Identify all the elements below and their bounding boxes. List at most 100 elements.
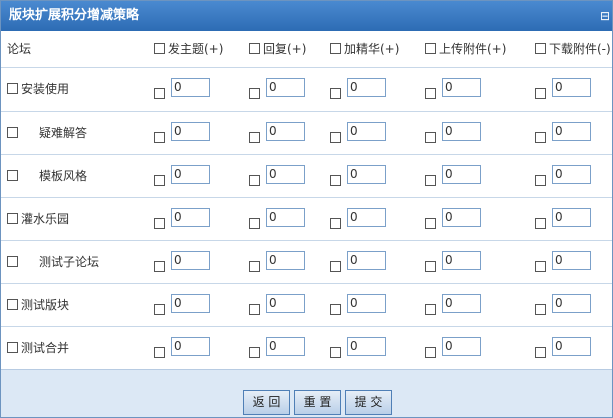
panel-title-bar: 版块扩展积分增减策略 ⊟	[1, 1, 612, 31]
new-topic-credit-input[interactable]: 0	[171, 122, 210, 141]
new-topic-checkbox[interactable]	[154, 261, 165, 272]
digest-checkbox[interactable]	[330, 88, 341, 99]
select-all-digest-checkbox[interactable]	[330, 43, 341, 54]
upload-checkbox[interactable]	[425, 132, 436, 143]
reply-checkbox[interactable]	[249, 132, 260, 143]
row-select-checkbox[interactable]	[7, 299, 18, 310]
new-topic-credit-input[interactable]: 0	[171, 294, 210, 313]
row-label: 安装使用	[7, 68, 69, 111]
new-topic-checkbox[interactable]	[154, 304, 165, 315]
reply-checkbox[interactable]	[249, 175, 260, 186]
digest-credit-input[interactable]: 0	[347, 208, 386, 227]
new-topic-credit-input[interactable]: 0	[171, 337, 210, 356]
download-credit-input[interactable]: 0	[552, 294, 591, 313]
row-select-checkbox[interactable]	[7, 213, 18, 224]
download-credit-input[interactable]: 0	[552, 122, 591, 141]
reply-credit-input[interactable]: 0	[266, 294, 305, 313]
download-checkbox[interactable]	[535, 175, 546, 186]
submit-button[interactable]: 提 交	[345, 390, 392, 415]
upload-credit-input[interactable]: 0	[442, 122, 481, 141]
header-new-topic-label: 发主题(+)	[168, 42, 224, 56]
row-divider	[1, 326, 612, 327]
new-topic-credit-input[interactable]: 0	[171, 208, 210, 227]
new-topic-checkbox[interactable]	[154, 88, 165, 99]
download-credit-input[interactable]: 0	[552, 337, 591, 356]
header-divider	[1, 67, 612, 68]
row-select-checkbox[interactable]	[7, 342, 18, 353]
row-select-checkbox[interactable]	[7, 170, 18, 181]
upload-checkbox[interactable]	[425, 88, 436, 99]
new-topic-credit-input[interactable]: 0	[171, 165, 210, 184]
digest-checkbox[interactable]	[330, 304, 341, 315]
upload-credit-input[interactable]: 0	[442, 251, 481, 270]
digest-credit-input[interactable]: 0	[347, 122, 386, 141]
upload-checkbox[interactable]	[425, 218, 436, 229]
digest-credit-input[interactable]: 0	[347, 165, 386, 184]
download-credit-input[interactable]: 0	[552, 251, 591, 270]
new-topic-checkbox[interactable]	[154, 218, 165, 229]
download-checkbox[interactable]	[535, 347, 546, 358]
back-button[interactable]: 返 回	[243, 390, 290, 415]
download-checkbox[interactable]	[535, 218, 546, 229]
digest-credit-input[interactable]: 0	[347, 251, 386, 270]
new-topic-checkbox[interactable]	[154, 347, 165, 358]
digest-checkbox[interactable]	[330, 261, 341, 272]
download-credit-input[interactable]: 0	[552, 78, 591, 97]
row-label: 测试子论坛	[7, 241, 99, 284]
forum-name: 测试版块	[21, 298, 70, 312]
download-checkbox[interactable]	[535, 132, 546, 143]
reply-checkbox[interactable]	[249, 88, 260, 99]
forum-name: 灌水乐园	[21, 212, 70, 226]
download-credit-input[interactable]: 0	[552, 165, 591, 184]
upload-credit-input[interactable]: 0	[442, 337, 481, 356]
digest-checkbox[interactable]	[330, 347, 341, 358]
row-select-checkbox[interactable]	[7, 256, 18, 267]
row-select-checkbox[interactable]	[7, 83, 18, 94]
reply-credit-input[interactable]: 0	[266, 337, 305, 356]
new-topic-checkbox[interactable]	[154, 132, 165, 143]
reply-checkbox[interactable]	[249, 261, 260, 272]
reply-credit-input[interactable]: 0	[266, 122, 305, 141]
select-all-upload-checkbox[interactable]	[425, 43, 436, 54]
digest-checkbox[interactable]	[330, 132, 341, 143]
new-topic-checkbox[interactable]	[154, 175, 165, 186]
select-all-download-checkbox[interactable]	[535, 43, 546, 54]
upload-credit-input[interactable]: 0	[442, 208, 481, 227]
reply-checkbox[interactable]	[249, 218, 260, 229]
download-checkbox[interactable]	[535, 304, 546, 315]
reply-checkbox[interactable]	[249, 304, 260, 315]
download-checkbox[interactable]	[535, 261, 546, 272]
collapse-icon[interactable]: ⊟	[600, 1, 610, 31]
row-select-checkbox[interactable]	[7, 127, 18, 138]
download-credit-input[interactable]: 0	[552, 208, 591, 227]
upload-checkbox[interactable]	[425, 261, 436, 272]
reset-button[interactable]: 重 置	[294, 390, 341, 415]
reply-credit-input[interactable]: 0	[266, 78, 305, 97]
select-all-reply-checkbox[interactable]	[249, 43, 260, 54]
digest-credit-input[interactable]: 0	[347, 337, 386, 356]
upload-checkbox[interactable]	[425, 175, 436, 186]
row-divider	[1, 197, 612, 198]
reply-credit-input[interactable]: 0	[266, 208, 305, 227]
download-checkbox[interactable]	[535, 88, 546, 99]
upload-checkbox[interactable]	[425, 347, 436, 358]
forum-name: 安装使用	[21, 82, 70, 96]
reply-credit-input[interactable]: 0	[266, 165, 305, 184]
header-col-digest: 加精华(+)	[330, 31, 399, 67]
reply-checkbox[interactable]	[249, 347, 260, 358]
row-divider	[1, 283, 612, 284]
reply-credit-input[interactable]: 0	[266, 251, 305, 270]
new-topic-credit-input[interactable]: 0	[171, 78, 210, 97]
digest-credit-input[interactable]: 0	[347, 294, 386, 313]
upload-credit-input[interactable]: 0	[442, 78, 481, 97]
header-forum: 论坛	[7, 42, 32, 56]
upload-checkbox[interactable]	[425, 304, 436, 315]
upload-credit-input[interactable]: 0	[442, 294, 481, 313]
panel-title: 版块扩展积分增减策略	[9, 8, 140, 23]
upload-credit-input[interactable]: 0	[442, 165, 481, 184]
digest-credit-input[interactable]: 0	[347, 78, 386, 97]
digest-checkbox[interactable]	[330, 175, 341, 186]
new-topic-credit-input[interactable]: 0	[171, 251, 210, 270]
digest-checkbox[interactable]	[330, 218, 341, 229]
select-all-new-topic-checkbox[interactable]	[154, 43, 165, 54]
